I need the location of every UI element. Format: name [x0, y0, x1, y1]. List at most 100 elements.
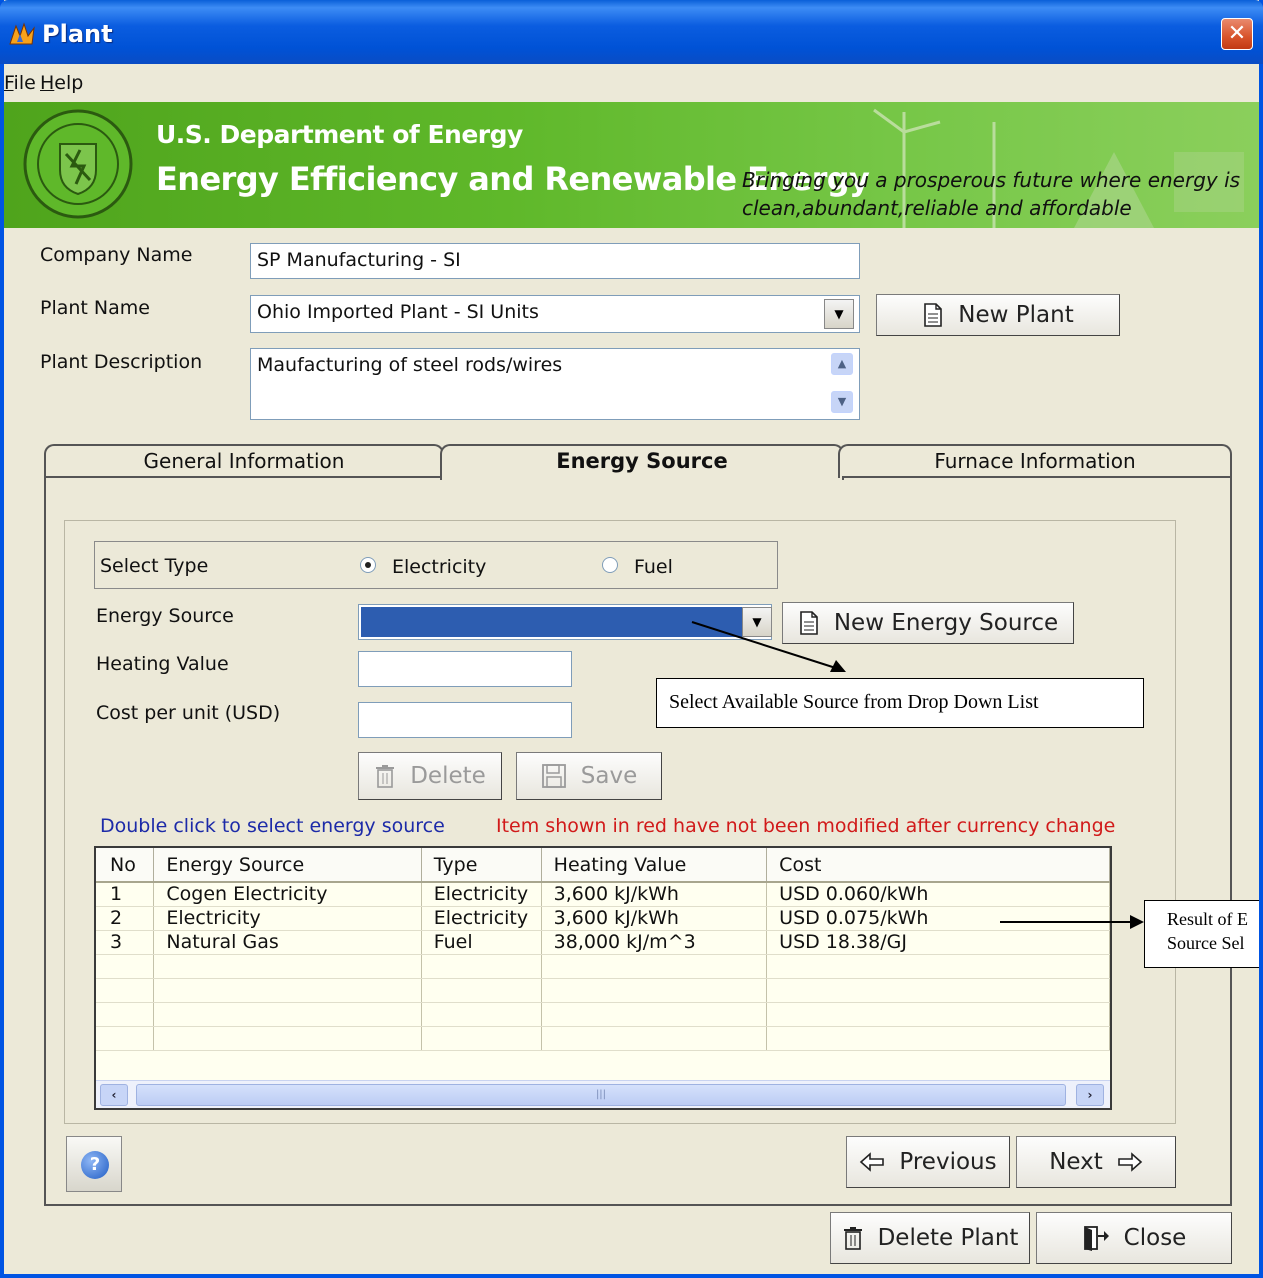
table-row-empty: [96, 954, 1110, 979]
previous-button[interactable]: Previous: [846, 1136, 1010, 1188]
arrow-right-icon: [1117, 1152, 1143, 1172]
menu-help-label: elp: [54, 72, 84, 94]
cell-energy-source: Electricity: [153, 906, 422, 931]
result-callout: Result of E Source Sel: [1144, 900, 1259, 968]
radio-fuel-label[interactable]: Fuel: [634, 556, 673, 578]
tagline-line1: Bringing you a prosperous future where e…: [742, 168, 1241, 192]
plant-description-label: Plant Description: [40, 351, 203, 373]
tagline-line2: clean,abundant,reliable and affordable: [742, 196, 1132, 220]
table-row-empty: [96, 978, 1110, 1003]
energy-source-grid[interactable]: No Energy Source Type Heating Value Cost…: [94, 846, 1112, 1110]
cost-per-unit-label: Cost per unit (USD): [96, 702, 281, 724]
menu-bar: File Help: [4, 64, 1259, 102]
menu-file-mnemonic: F: [4, 72, 14, 94]
scrollbar-thumb[interactable]: |||: [136, 1084, 1066, 1106]
title-bar[interactable]: Plant ✕: [0, 0, 1263, 64]
cell-type: Electricity: [421, 906, 542, 931]
column-header-type[interactable]: Type: [421, 848, 542, 883]
heating-value-field[interactable]: [358, 651, 572, 687]
previous-button-label: Previous: [899, 1149, 997, 1175]
table-header-row: No Energy Source Type Heating Value Cost: [96, 848, 1110, 883]
document-icon: [924, 303, 943, 327]
arrow-left-icon: [860, 1152, 885, 1172]
close-icon: ✕: [1227, 21, 1247, 46]
dropdown-callout: Select Available Source from Drop Down L…: [656, 678, 1144, 728]
company-name-label: Company Name: [40, 244, 193, 266]
chevron-down-icon: ▼: [834, 307, 844, 321]
company-name-field[interactable]: SP Manufacturing - SI: [250, 243, 860, 279]
delete-plant-button-label: Delete Plant: [877, 1225, 1019, 1251]
delete-button[interactable]: Delete: [358, 752, 502, 800]
cell-energy-source: Natural Gas: [153, 930, 422, 955]
double-click-hint: Double click to select energy source: [100, 815, 445, 837]
cost-per-unit-field[interactable]: [358, 702, 572, 738]
column-header-heating-value[interactable]: Heating Value: [541, 848, 768, 883]
radio-electricity[interactable]: [360, 557, 376, 573]
doe-banner: U.S. Department of Energy Energy Efficie…: [4, 102, 1259, 228]
plant-name-select[interactable]: Ohio Imported Plant - SI Units: [250, 295, 860, 333]
column-header-cost[interactable]: Cost: [766, 848, 1110, 883]
menu-file[interactable]: File: [4, 72, 36, 94]
menu-file-label: ile: [13, 72, 36, 94]
new-energy-source-button-label: New Energy Source: [833, 610, 1059, 636]
scroll-down-icon[interactable]: ▼: [831, 391, 853, 413]
radio-fuel[interactable]: [602, 557, 618, 573]
close-button[interactable]: Close: [1036, 1212, 1232, 1264]
plant-name-dropdown-arrow[interactable]: ▼: [824, 299, 854, 329]
plant-description-text: Maufacturing of steel rods/wires: [257, 354, 563, 376]
column-header-energy-source[interactable]: Energy Source: [153, 848, 422, 883]
window-title: Plant: [42, 20, 113, 48]
save-button[interactable]: Save: [516, 752, 662, 800]
currency-warning-hint: Item shown in red have not been modified…: [496, 815, 1116, 837]
grid-horizontal-scrollbar[interactable]: ‹ ||| ›: [96, 1080, 1110, 1108]
floppy-disk-icon: [541, 764, 566, 788]
table-row[interactable]: 2 Electricity Electricity 3,600 kJ/kWh U…: [96, 906, 1110, 931]
help-icon: ?: [81, 1151, 109, 1179]
heating-value-label: Heating Value: [96, 653, 229, 675]
scroll-left-icon[interactable]: ‹: [100, 1084, 128, 1106]
menu-help[interactable]: Help: [40, 72, 83, 94]
close-button-label: Close: [1123, 1225, 1187, 1251]
cell-heating-value: 3,600 kJ/kWh: [541, 882, 768, 907]
result-callout-line2: Source Sel: [1167, 933, 1245, 953]
cell-heating-value: 38,000 kJ/m^3: [541, 930, 768, 955]
result-callout-arrow: [1000, 915, 1144, 929]
cell-type: Fuel: [421, 930, 542, 955]
new-plant-button[interactable]: New Plant: [876, 294, 1120, 336]
tab-energy-source[interactable]: Energy Source: [440, 444, 844, 480]
save-button-label: Save: [580, 763, 638, 789]
plant-description-scrollbar[interactable]: ▲ ▼: [831, 353, 853, 413]
menu-help-mnemonic: H: [40, 72, 55, 94]
plant-description-field[interactable]: Maufacturing of steel rods/wires ▲ ▼: [250, 348, 860, 420]
cell-no: 3: [96, 930, 155, 955]
new-plant-button-label: New Plant: [958, 302, 1074, 328]
trash-icon: [843, 1227, 862, 1250]
scroll-up-icon[interactable]: ▲: [831, 353, 853, 375]
cell-no: 1: [96, 882, 155, 907]
column-header-no[interactable]: No: [96, 848, 155, 883]
delete-plant-button[interactable]: Delete Plant: [830, 1212, 1030, 1264]
banner-tagline: Bringing you a prosperous future where e…: [742, 166, 1259, 222]
energy-source-label: Energy Source: [96, 605, 234, 627]
table-row-empty: [96, 1002, 1110, 1027]
cell-no: 2: [96, 906, 155, 931]
next-button[interactable]: Next: [1016, 1136, 1176, 1188]
result-callout-line1: Result of E: [1167, 909, 1248, 929]
table-row[interactable]: 1 Cogen Electricity Electricity 3,600 kJ…: [96, 882, 1110, 907]
tab-general-information[interactable]: General Information: [44, 444, 444, 478]
cell-cost: USD 0.060/kWh: [766, 882, 1110, 907]
cell-energy-source: Cogen Electricity: [153, 882, 422, 907]
radio-electricity-label[interactable]: Electricity: [392, 556, 486, 578]
scroll-right-icon[interactable]: ›: [1076, 1084, 1104, 1106]
close-window-button[interactable]: ✕: [1221, 18, 1253, 50]
table-row[interactable]: 3 Natural Gas Fuel 38,000 kJ/m^3 USD 18.…: [96, 930, 1110, 955]
banner-department-title: U.S. Department of Energy: [156, 120, 523, 149]
energy-source-table: No Energy Source Type Heating Value Cost…: [96, 848, 1110, 1051]
trash-icon: [376, 765, 395, 788]
doe-seal-icon: [23, 109, 133, 219]
table-row-empty: [96, 1026, 1110, 1051]
help-button[interactable]: ?: [66, 1136, 122, 1192]
cell-type: Electricity: [421, 882, 542, 907]
app-flame-icon: [9, 22, 35, 45]
tab-furnace-information[interactable]: Furnace Information: [838, 444, 1232, 478]
